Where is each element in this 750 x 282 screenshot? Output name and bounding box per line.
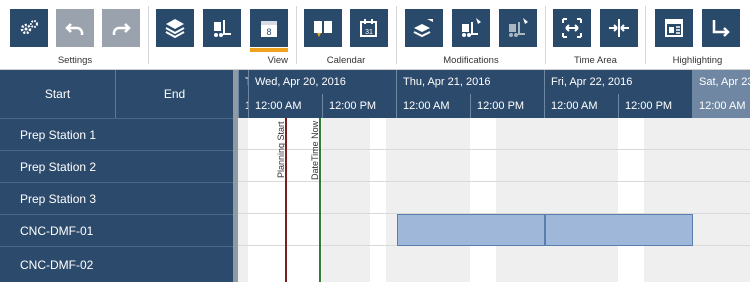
layers-icon <box>165 19 185 39</box>
time-header: 12:00 PM <box>322 94 396 118</box>
gears-icon <box>20 20 38 35</box>
group-divider <box>396 6 397 64</box>
group-divider <box>545 6 546 64</box>
non-working-shade <box>496 118 618 282</box>
calendar-day-view-button[interactable]: 8 <box>250 9 288 52</box>
non-working-shade <box>644 118 750 282</box>
group-divider <box>645 6 646 64</box>
planning-start-label: Planning Start <box>276 121 286 178</box>
day-header: Fri, Apr 22, 2016 <box>544 70 692 94</box>
settings-gears-button[interactable] <box>10 9 48 47</box>
redo-button[interactable] <box>102 9 140 47</box>
undo-icon <box>65 23 84 35</box>
task-bar[interactable] <box>397 214 545 246</box>
time-header: 12:00 AM <box>544 94 618 118</box>
group-label-time-area: Time Area <box>574 55 617 66</box>
column-header-end[interactable]: End <box>116 70 233 118</box>
forklift-icon <box>214 20 231 37</box>
non-working-shade <box>322 118 370 282</box>
collapse-arrows-icon <box>609 19 629 37</box>
day-header: Sat, Apr 23, <box>692 70 750 94</box>
turn-arrow-icon <box>712 20 730 37</box>
day-header: Wed, Apr 20, 2016 <box>248 70 396 94</box>
layers-view-button[interactable] <box>156 9 194 47</box>
highlight-panel-icon <box>665 19 683 37</box>
highlight-path-button[interactable] <box>702 9 740 47</box>
ribbon-toolbar: Settings 8 View 31 Calendar Modification… <box>0 0 750 70</box>
time-header: 12:00 PM <box>470 94 544 118</box>
calendar-day-number: 8 <box>266 27 271 37</box>
edit-forklift-icon <box>462 18 481 37</box>
expand-arrows-icon <box>562 18 582 38</box>
group-divider <box>296 6 297 64</box>
group-label-view: View <box>267 55 288 66</box>
timeline-header: Tu Wed, Apr 20, 2016 Thu, Apr 21, 2016 F… <box>238 70 750 118</box>
edit-layers-icon <box>413 19 433 38</box>
open-book-icon <box>314 21 332 37</box>
forklift-view-button[interactable] <box>203 9 241 47</box>
calendar-31-button[interactable]: 31 <box>350 9 388 47</box>
highlight-panel-button[interactable] <box>655 9 693 47</box>
resource-row-cnc-dmf-02[interactable]: CNC-DMF-02 <box>0 246 233 282</box>
non-working-shade <box>238 118 248 282</box>
table-header: Start End <box>0 70 233 118</box>
group-label-modifications: Modifications <box>443 55 499 66</box>
forklift-disabled-icon <box>509 18 528 37</box>
edit-forklift-button[interactable] <box>452 9 490 47</box>
resource-row-prep-station-2[interactable]: Prep Station 2 <box>0 150 233 182</box>
gantt-grid[interactable]: Planning Start DateTime Now <box>238 118 750 282</box>
redo-icon <box>112 23 131 35</box>
row-divider <box>238 181 750 182</box>
calendar-date-icon: 31 <box>360 19 377 37</box>
task-bar[interactable] <box>545 214 693 246</box>
calendar-number: 31 <box>365 29 373 36</box>
edit-layers-button[interactable] <box>405 9 443 47</box>
group-label-highlighting: Highlighting <box>672 55 723 66</box>
non-working-shade <box>386 118 470 282</box>
undo-button[interactable] <box>56 9 94 47</box>
time-header: 12:00 AM <box>692 94 750 118</box>
datetime-now-label: DateTime Now <box>310 120 320 180</box>
time-header: 12:00 AM <box>248 94 322 118</box>
time-header: 12:00 AM <box>396 94 470 118</box>
calendar-book-button[interactable] <box>304 9 342 47</box>
column-header-start[interactable]: Start <box>0 70 116 118</box>
time-header: 12:00 PM <box>618 94 692 118</box>
resource-row-prep-station-3[interactable]: Prep Station 3 <box>0 182 233 214</box>
day-header: Tu <box>238 70 248 94</box>
day-header: Thu, Apr 21, 2016 <box>396 70 544 94</box>
group-label-calendar: Calendar <box>326 55 366 66</box>
shrink-time-area-button[interactable] <box>600 9 638 47</box>
time-header: 1( <box>238 94 248 118</box>
resource-row-cnc-dmf-01[interactable]: CNC-DMF-01 <box>0 214 233 246</box>
edit-forklift-dim-button[interactable] <box>499 9 537 47</box>
resource-row-prep-station-1[interactable]: Prep Station 1 <box>0 118 233 150</box>
expand-time-area-button[interactable] <box>553 9 591 47</box>
group-label-settings: Settings <box>57 55 93 66</box>
calendar-day-icon: 8 <box>261 21 277 37</box>
group-divider <box>148 6 149 64</box>
